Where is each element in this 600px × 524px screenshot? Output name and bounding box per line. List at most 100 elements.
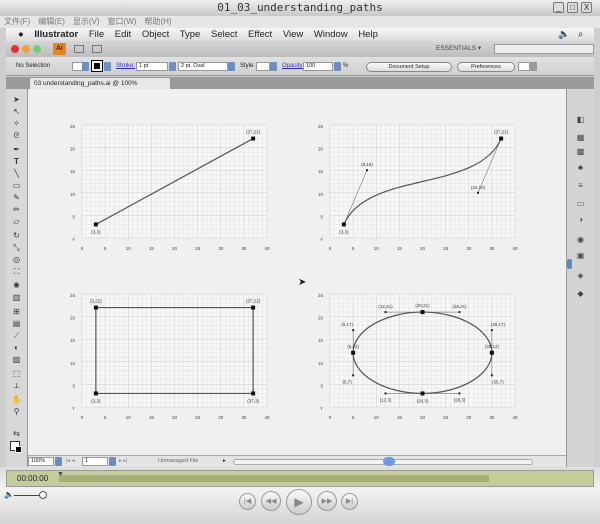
fill-dropdown[interactable] — [82, 62, 89, 71]
menu-effect[interactable]: Effect — [248, 29, 272, 40]
menu-type[interactable]: Type — [180, 29, 201, 40]
volume-knob[interactable] — [39, 491, 47, 499]
artboard-dropdown[interactable] — [109, 457, 116, 466]
live-paint-tool-icon[interactable]: ▨ — [11, 355, 22, 364]
maximize-button[interactable]: □ — [567, 2, 578, 13]
stroke-panel-icon[interactable]: ≡ — [575, 181, 586, 190]
lasso-tool-icon[interactable]: ᘓ — [11, 131, 22, 140]
artboard-number-input[interactable]: 1 — [82, 457, 108, 466]
brushes-panel-icon[interactable]: ♣ — [575, 163, 586, 172]
artboard-canvas[interactable]: X 5 10 15 20 25 30 35 40 Y 5 10 15 20 25 (3,3) (37,22) X 5… — [28, 89, 566, 455]
menu-view[interactable]: View — [283, 29, 303, 40]
rewind-button[interactable]: ◀◀ — [261, 491, 281, 511]
graph-tool-icon[interactable]: ▥ — [11, 293, 22, 302]
zoom-dropdown[interactable] — [55, 457, 62, 466]
rectangle-tool-icon[interactable]: ▭ — [11, 181, 22, 190]
spotlight-search-icon[interactable]: ⌕ — [578, 28, 583, 41]
paintbrush-tool-icon[interactable]: ✎ — [11, 193, 22, 202]
menu-edit[interactable]: Edit — [115, 29, 131, 40]
menu-file[interactable]: File — [89, 29, 104, 40]
free-transform-tool-icon[interactable]: ⛶ — [11, 267, 22, 276]
preferences-button[interactable]: Preferences — [457, 62, 515, 72]
hand-tool-icon[interactable]: ✋ — [11, 395, 22, 404]
direct-selection-tool-icon[interactable]: ↖ — [11, 107, 22, 116]
stroke-swatch[interactable] — [91, 60, 103, 72]
stroke-color-icon[interactable] — [15, 446, 22, 453]
first-artboard-button[interactable]: |◂ ◂ — [66, 456, 74, 467]
pen-tool-icon[interactable]: ✒ — [11, 145, 22, 154]
status-menu-arrow[interactable]: ▸ — [223, 456, 226, 467]
artboard-tool-icon[interactable]: ⬚ — [11, 369, 22, 378]
document-tab[interactable]: 03 understanding_paths.ai @ 100% (CMYK/P… — [30, 78, 170, 98]
line-tool-icon[interactable]: ╲ — [11, 169, 22, 178]
pencil-tool-icon[interactable]: ✏ — [11, 205, 22, 214]
opacity-dropdown[interactable] — [334, 62, 341, 71]
artboards-panel-icon[interactable]: ◆ — [575, 289, 586, 298]
stroke-color-dropdown[interactable] — [104, 62, 111, 71]
arrange-icon[interactable] — [518, 62, 530, 71]
skip-forward-button[interactable]: ▶| — [341, 493, 358, 510]
scale-tool-icon[interactable]: ⤡ — [11, 243, 22, 252]
menu-window[interactable]: Window — [314, 29, 348, 40]
horizontal-scrollbar-thumb[interactable] — [383, 457, 395, 466]
playhead[interactable]: ▼ — [57, 471, 64, 478]
warp-tool-icon[interactable]: ◎ — [11, 255, 22, 264]
menu-illustrator[interactable]: Illustrator — [34, 29, 78, 40]
slice-tool-icon[interactable]: ⟂ — [11, 381, 22, 390]
swatches-panel-icon[interactable]: ▩ — [575, 147, 586, 156]
swap-colors-icon[interactable]: ⇆ — [11, 429, 22, 438]
menu-object[interactable]: Object — [142, 29, 169, 40]
layers-panel-icon[interactable]: ◈ — [575, 271, 586, 280]
document-setup-button[interactable]: Document Setup — [366, 62, 452, 72]
play-button[interactable]: ▶ — [286, 489, 312, 515]
transparency-panel-icon[interactable]: ◑ — [575, 215, 586, 224]
menu-window-cn[interactable]: 窗口(W) — [108, 17, 137, 26]
blend-tool-icon[interactable]: ◐ — [11, 343, 22, 352]
symbol-sprayer-tool-icon[interactable]: ✺ — [11, 281, 22, 290]
skip-back-button[interactable]: |◀ — [239, 493, 256, 510]
zoom-level-input[interactable]: 100% — [28, 457, 54, 466]
menu-file-cn[interactable]: 文件(F) — [4, 17, 30, 26]
eraser-tool-icon[interactable]: ▱ — [11, 217, 22, 226]
zoom-light[interactable] — [33, 45, 41, 53]
minimize-light[interactable] — [22, 45, 30, 53]
next-artboard-button[interactable]: ▸ ▸| — [119, 456, 127, 467]
apple-icon[interactable]: ● — [18, 29, 24, 40]
volume-icon[interactable]: 🔈 — [558, 28, 570, 41]
color-guide-icon[interactable]: ▦ — [575, 133, 586, 142]
progress-track[interactable] — [59, 475, 489, 482]
minimize-button[interactable]: _ — [553, 2, 564, 13]
brush-select[interactable]: 2 pt. Oval — [178, 62, 228, 71]
style-dropdown[interactable] — [270, 62, 277, 71]
menu-view-cn[interactable]: 显示(V) — [73, 17, 100, 26]
stroke-weight-dropdown[interactable] — [169, 62, 176, 71]
brush-dropdown[interactable] — [228, 62, 235, 71]
eyedropper-tool-icon[interactable]: ⟋ — [11, 331, 22, 340]
opacity-label[interactable]: Opacity: — [282, 57, 304, 76]
arrange-dropdown[interactable] — [530, 62, 537, 71]
color-panel-icon[interactable]: ◧ — [575, 115, 586, 124]
search-input[interactable] — [494, 44, 594, 54]
style-swatch[interactable] — [256, 62, 270, 71]
menu-edit-cn[interactable]: 编辑(E) — [38, 17, 65, 26]
close-window-button[interactable]: X — [581, 2, 592, 13]
stroke-label[interactable]: Stroke: — [116, 57, 135, 76]
playback-timeline[interactable]: 00:00:00 ▼ — [6, 470, 594, 487]
rotate-tool-icon[interactable]: ↻ — [11, 231, 22, 240]
arrange-documents-icon[interactable] — [92, 45, 102, 53]
selection-tool-icon[interactable]: ➤ — [11, 95, 22, 104]
menu-help-cn[interactable]: 帮助(H) — [144, 17, 171, 26]
gradient-panel-icon[interactable]: ▭ — [575, 199, 586, 208]
zoom-tool-icon[interactable]: ⚲ — [11, 407, 22, 416]
stroke-weight-input[interactable]: 1 pt — [136, 62, 168, 71]
gradient-tool-icon[interactable]: ▤ — [11, 319, 22, 328]
vertical-scrollbar-thumb[interactable] — [567, 259, 572, 269]
mesh-tool-icon[interactable]: ⊞ — [11, 307, 22, 316]
menu-select[interactable]: Select — [211, 29, 237, 40]
menu-help[interactable]: Help — [358, 29, 378, 40]
workspace-switcher[interactable]: ESSENTIALS ▾ — [436, 44, 481, 54]
type-tool-icon[interactable]: T — [11, 157, 22, 166]
bridge-icon[interactable] — [74, 45, 84, 53]
graphic-styles-icon[interactable]: ▣ — [575, 251, 586, 260]
magic-wand-tool-icon[interactable]: ✧ — [11, 119, 22, 128]
